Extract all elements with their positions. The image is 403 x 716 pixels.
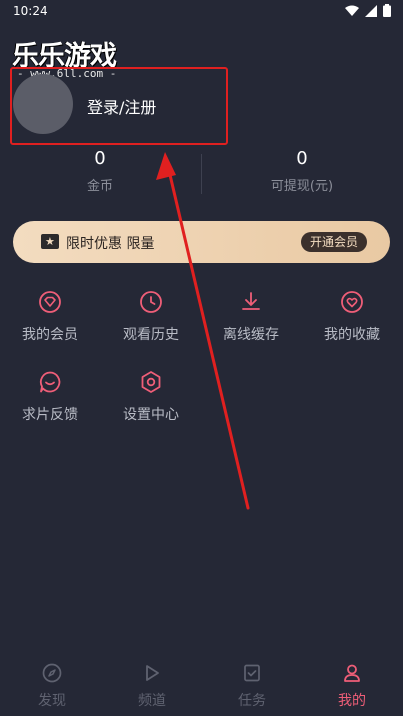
compass-icon (42, 663, 62, 683)
tab-discover[interactable]: 发现 (2, 663, 102, 710)
tab-label: 我的 (338, 693, 366, 709)
annotation-arrow (156, 152, 250, 510)
bottom-tab-bar: 发现 频道 任务 我的 (0, 655, 403, 716)
tab-tasks[interactable]: 任务 (202, 663, 302, 710)
user-icon (344, 664, 360, 682)
tab-label: 频道 (138, 693, 166, 709)
task-icon (244, 664, 260, 682)
tab-label: 任务 (238, 693, 266, 709)
tab-mine[interactable]: 我的 (302, 663, 402, 710)
play-icon (146, 665, 159, 681)
tab-label: 发现 (38, 693, 66, 709)
tab-channel[interactable]: 频道 (102, 663, 202, 710)
